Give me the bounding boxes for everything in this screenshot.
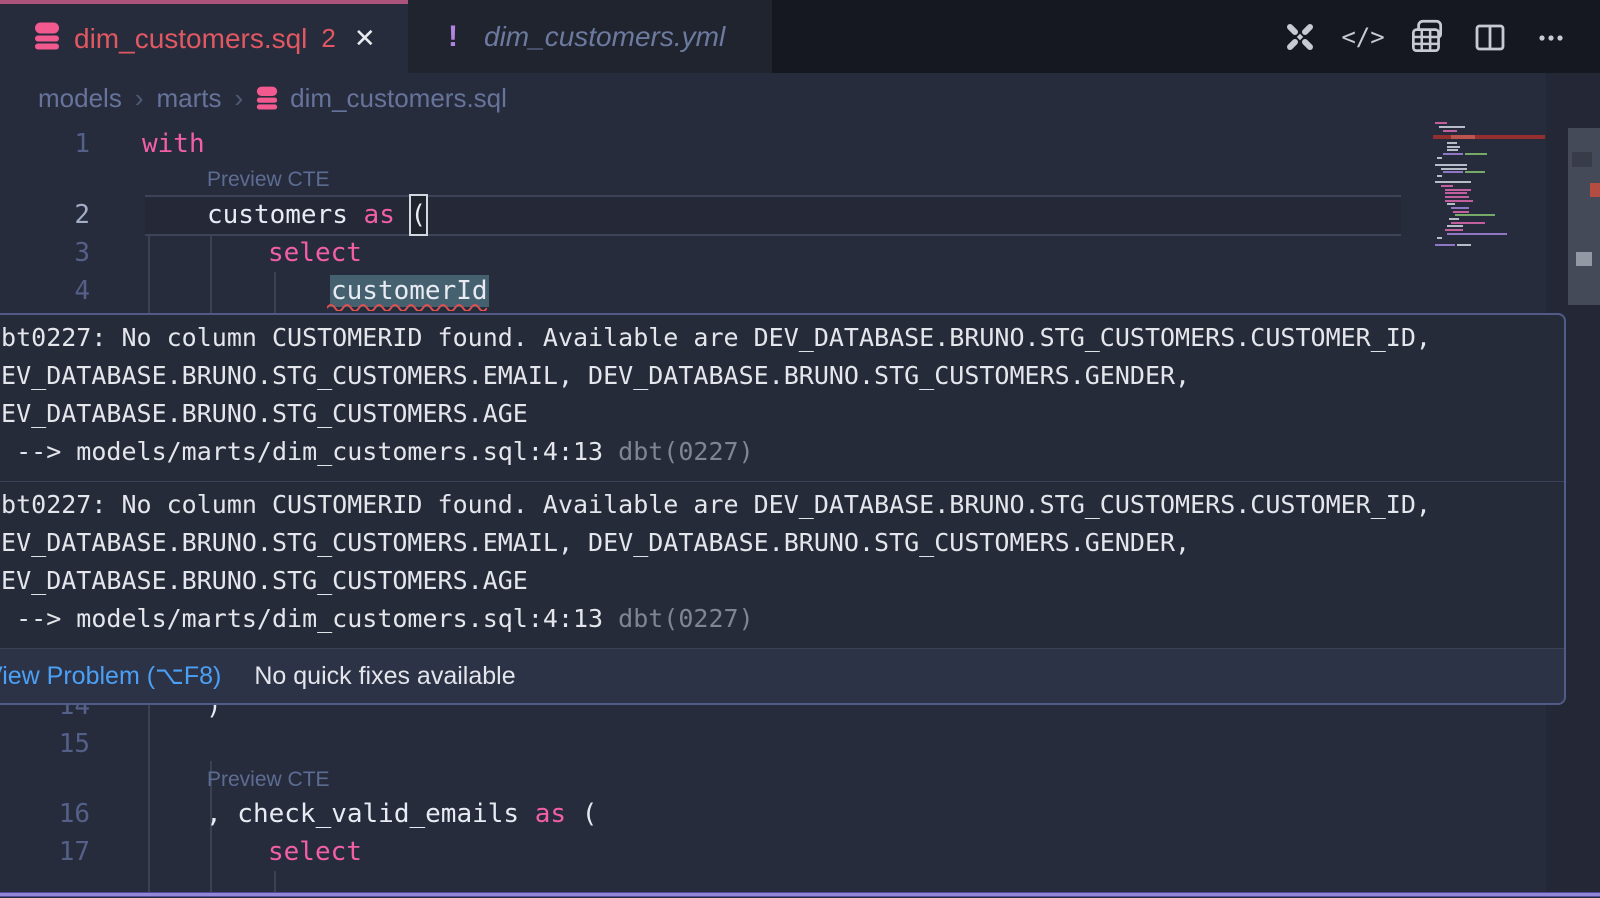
diagnostic-location: --> models/marts/dim_customers.sql:4:13 … bbox=[0, 600, 1564, 638]
editor-actions: </> bbox=[1280, 0, 1570, 73]
error-squiggle bbox=[327, 303, 487, 311]
database-icon bbox=[256, 86, 278, 111]
line-number: 2 bbox=[0, 196, 90, 234]
split-editor-icon[interactable] bbox=[1470, 17, 1510, 57]
diagnostic-text: DEV_DATABASE.BRUNO.STG_CUSTOMERS.AGE bbox=[0, 395, 1564, 433]
chevron-right-icon: › bbox=[135, 83, 144, 114]
overview-ruler-error-mark bbox=[1590, 183, 1600, 197]
tab-label: dim_customers.sql bbox=[74, 23, 307, 55]
code-line-16[interactable]: 16 , check_valid_emails as ( bbox=[0, 795, 1545, 833]
code-token[interactable]: select bbox=[268, 837, 362, 867]
chevron-right-icon: › bbox=[235, 83, 244, 114]
line-number: 17 bbox=[0, 833, 90, 871]
svg-text:</>: </> bbox=[1342, 23, 1384, 51]
minimap[interactable] bbox=[1433, 120, 1545, 250]
line-number: 16 bbox=[0, 795, 90, 833]
line-number: 4 bbox=[0, 272, 90, 310]
code-line-2[interactable]: 2 customers as ( bbox=[0, 196, 1545, 234]
breadcrumb-item-marts[interactable]: marts bbox=[157, 83, 222, 114]
line-number: 1 bbox=[0, 125, 90, 163]
diagnostic-location-path: --> models/marts/dim_customers.sql:4:13 bbox=[0, 437, 618, 466]
tab-label: dim_customers.yml bbox=[484, 21, 725, 53]
diagnostic-source: dbt(0227) bbox=[618, 437, 753, 466]
panel-divider bbox=[0, 892, 1600, 897]
popup-footer: View Problem (⌥F8) No quick fixes availa… bbox=[0, 649, 1564, 703]
diagnostic-block: dbt0227: No column CUSTOMERID found. Ava… bbox=[0, 482, 1564, 648]
tab-dim-customers-sql[interactable]: dim_customers.sql 2 ✕ bbox=[0, 0, 408, 73]
diagnostic-block: dbt0227: No column CUSTOMERID found. Ava… bbox=[0, 315, 1564, 481]
code-lens-preview-cte[interactable]: Preview CTE bbox=[207, 763, 330, 797]
tab-dim-customers-yml[interactable]: ! dim_customers.yml bbox=[408, 0, 772, 73]
diagnostic-location-path: --> models/marts/dim_customers.sql:4:13 bbox=[0, 604, 618, 633]
view-problem-link[interactable]: View Problem (⌥F8) bbox=[0, 661, 221, 691]
code-token[interactable]: customers bbox=[207, 200, 364, 230]
no-quick-fixes-label: No quick fixes available bbox=[254, 662, 515, 691]
diagnostic-location: --> models/marts/dim_customers.sql:4:13 … bbox=[0, 433, 1564, 471]
tab-bar: dim_customers.sql 2 ✕ ! dim_customers.ym… bbox=[0, 0, 1600, 73]
code-token[interactable]: as bbox=[364, 200, 395, 230]
code-token[interactable]: as bbox=[535, 799, 566, 829]
query-results-icon[interactable] bbox=[1406, 16, 1448, 58]
code-line-4[interactable]: 4 customerId bbox=[0, 272, 1545, 310]
code-token[interactable]: ( bbox=[411, 200, 427, 230]
code-line-1[interactable]: 1 with bbox=[0, 125, 1545, 163]
diagnostic-text: DEV_DATABASE.BRUNO.STG_CUSTOMERS.AGE bbox=[0, 562, 1564, 600]
code-token[interactable] bbox=[395, 200, 411, 230]
tab-problem-badge: 2 bbox=[321, 23, 335, 54]
breadcrumb: models › marts › dim_customers.sql bbox=[0, 73, 1545, 123]
close-icon[interactable]: ✕ bbox=[354, 23, 376, 54]
editor-window: dim_customers.sql 2 ✕ ! dim_customers.ym… bbox=[0, 0, 1600, 898]
line-number: 3 bbox=[0, 234, 90, 272]
code-preview-icon[interactable]: </> bbox=[1342, 17, 1384, 57]
code-token[interactable]: ( bbox=[566, 799, 597, 829]
diagnostic-text: dbt0227: No column CUSTOMERID found. Ava… bbox=[0, 486, 1564, 524]
code-token[interactable]: select bbox=[268, 238, 362, 268]
warning-icon: ! bbox=[448, 20, 458, 54]
code-line-15[interactable]: 15 bbox=[0, 725, 1545, 763]
diagnostic-hover-popup: dbt0227: No column CUSTOMERID found. Ava… bbox=[0, 313, 1566, 705]
text-cursor: ( bbox=[411, 196, 427, 234]
indent-guide bbox=[274, 871, 276, 892]
dbt-icon[interactable] bbox=[1280, 17, 1320, 57]
database-icon bbox=[34, 22, 60, 56]
diagnostic-text: DEV_DATABASE.BRUNO.STG_CUSTOMERS.EMAIL, … bbox=[0, 524, 1564, 562]
diagnostic-text: dbt0227: No column CUSTOMERID found. Ava… bbox=[0, 319, 1564, 357]
overview-ruler-mark bbox=[1572, 152, 1592, 167]
code-token[interactable]: with bbox=[142, 129, 205, 159]
diagnostic-text: DEV_DATABASE.BRUNO.STG_CUSTOMERS.EMAIL, … bbox=[0, 357, 1564, 395]
breadcrumb-item-models[interactable]: models bbox=[38, 83, 122, 114]
breadcrumb-item-file[interactable]: dim_customers.sql bbox=[290, 83, 507, 114]
overview-ruler-mark bbox=[1576, 252, 1592, 266]
more-actions-icon[interactable] bbox=[1532, 17, 1570, 57]
code-line-3[interactable]: 3 select bbox=[0, 234, 1545, 272]
code-token[interactable]: , check_valid_emails bbox=[206, 799, 535, 829]
code-line-17[interactable]: 17 select bbox=[0, 833, 1545, 871]
line-number: 15 bbox=[0, 725, 90, 763]
code-lens-preview-cte[interactable]: Preview CTE bbox=[207, 163, 330, 197]
diagnostic-source: dbt(0227) bbox=[618, 604, 753, 633]
